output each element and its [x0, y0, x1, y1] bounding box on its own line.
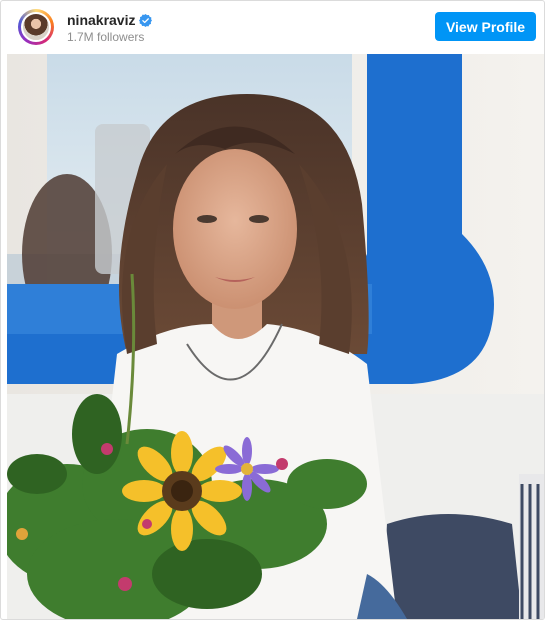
username-row: ninakraviz: [67, 12, 153, 28]
avatar-image: [21, 12, 51, 42]
instagram-embed: ninakraviz 1.7M followers View Profile: [0, 0, 545, 620]
username[interactable]: ninakraviz: [67, 12, 135, 28]
verified-badge-icon: [139, 13, 153, 27]
avatar[interactable]: [18, 9, 54, 45]
follower-count: 1.7M followers: [67, 30, 145, 44]
view-profile-button[interactable]: View Profile: [435, 12, 536, 41]
post-photo[interactable]: [7, 54, 544, 619]
post-photo-image: [7, 54, 544, 619]
embed-header: ninakraviz 1.7M followers View Profile: [1, 1, 544, 53]
